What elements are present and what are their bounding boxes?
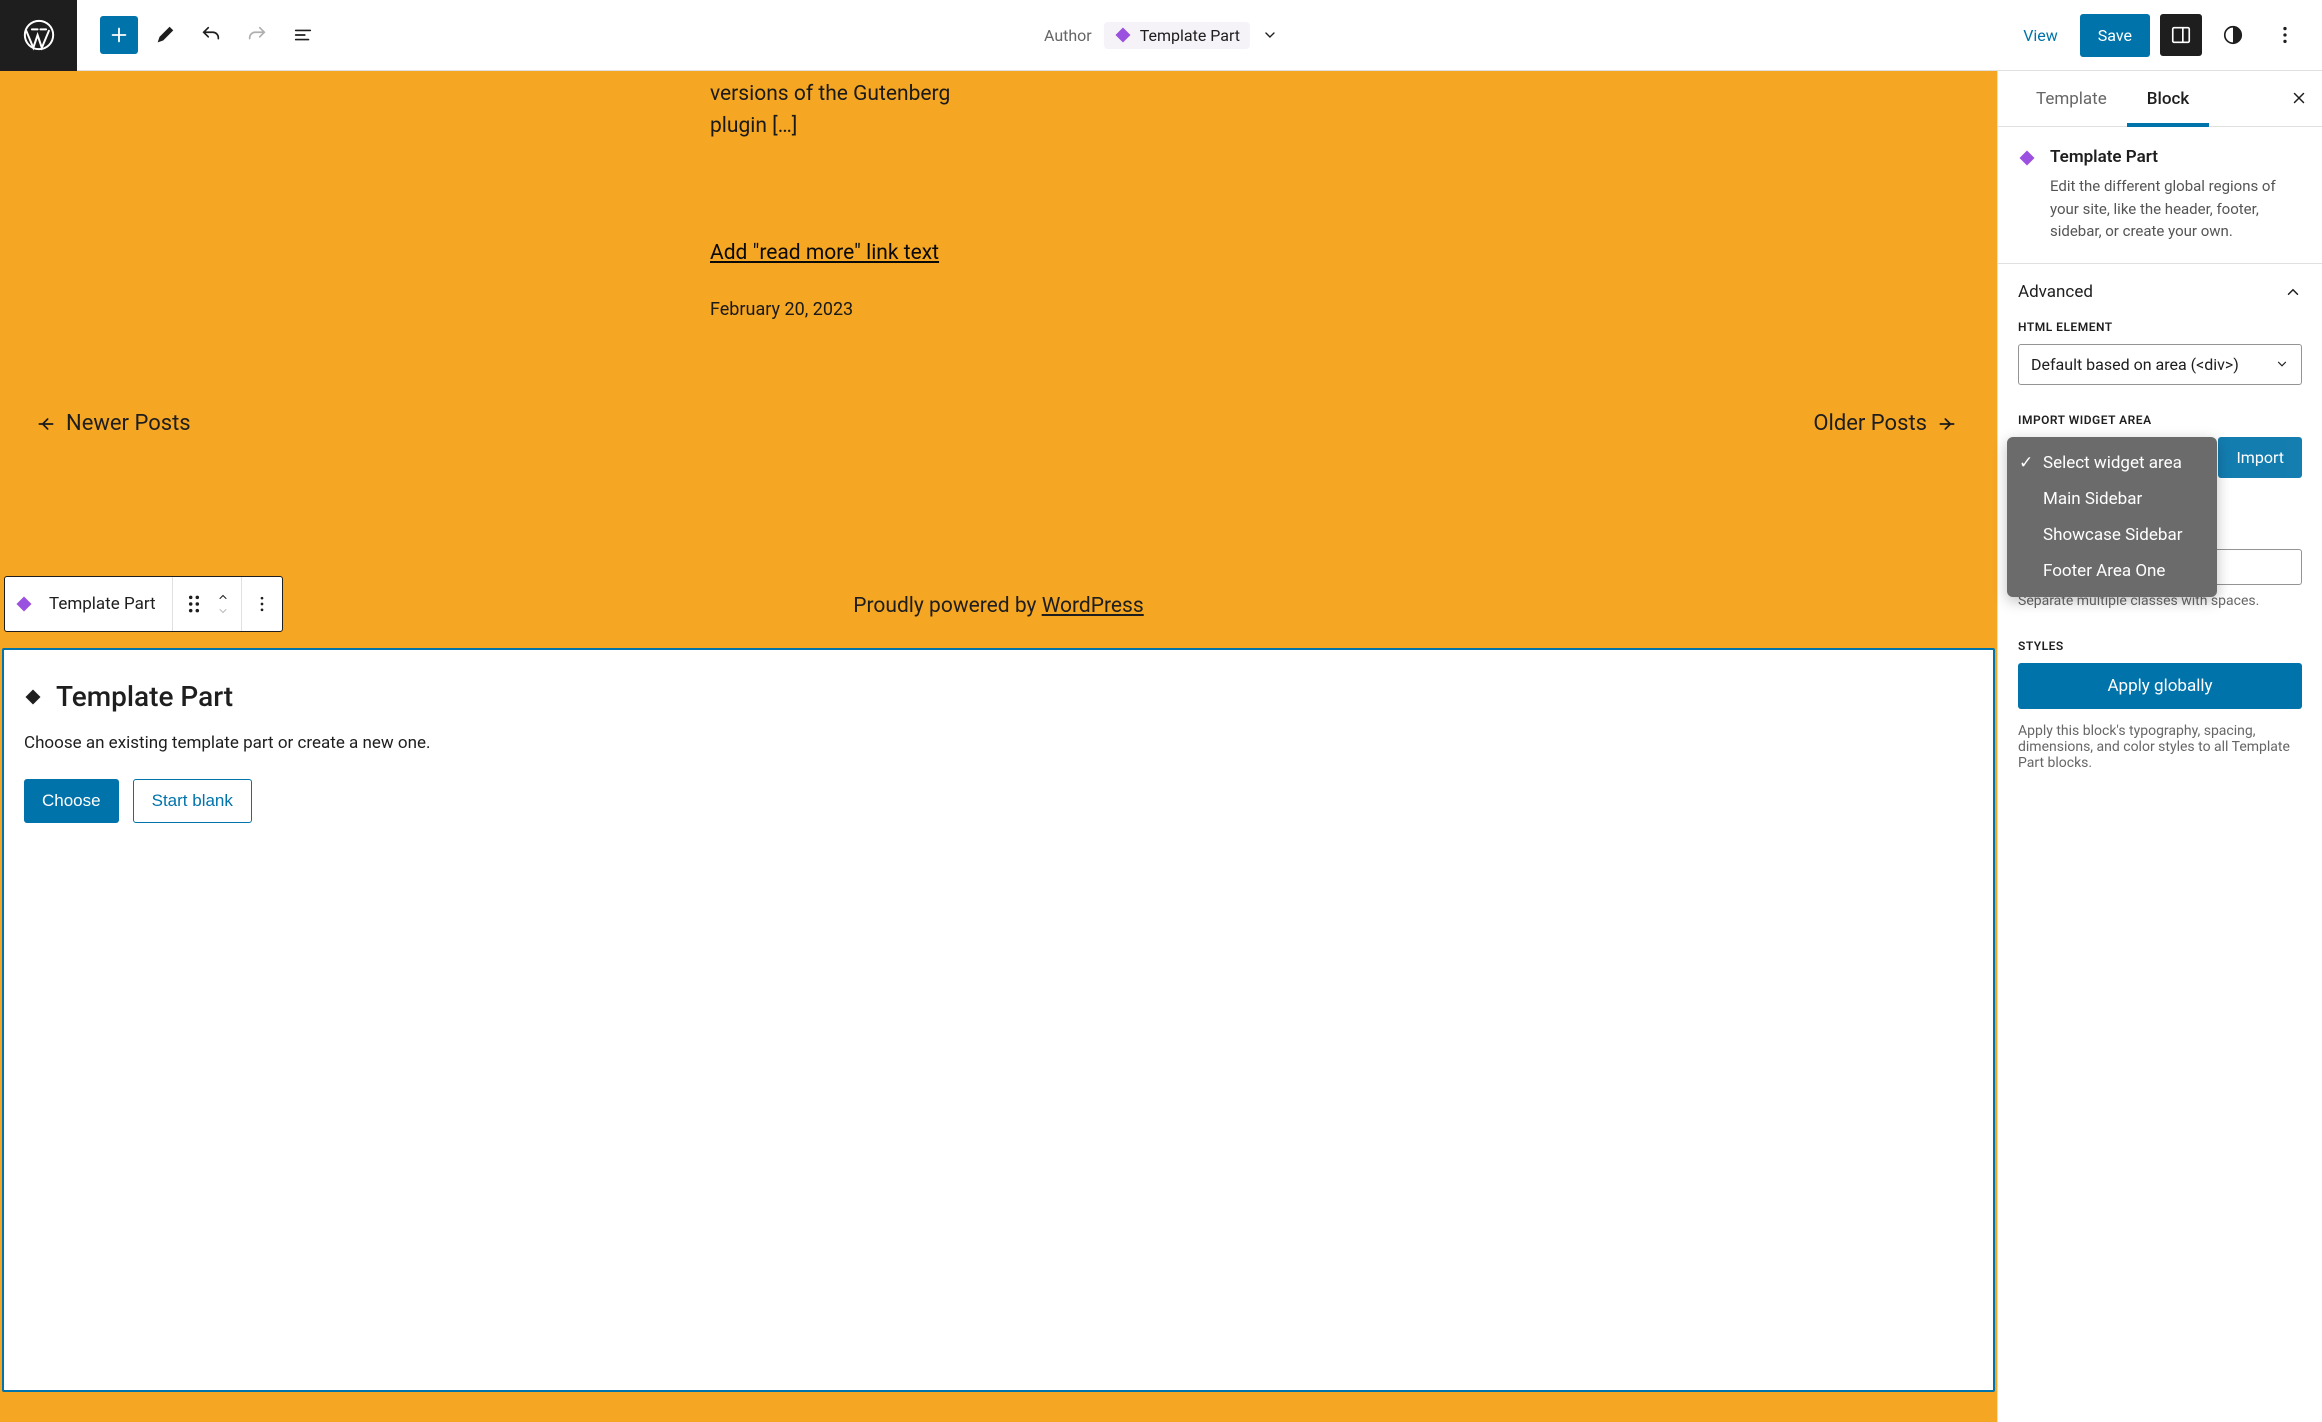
save-button[interactable]: Save — [2080, 14, 2150, 57]
apply-globally-help: Apply this block's typography, spacing, … — [2018, 723, 2302, 771]
block-toolbar: Template Part — [4, 576, 283, 632]
styles-button[interactable] — [2212, 14, 2254, 56]
template-part-pill: Template Part — [1104, 22, 1250, 49]
wordpress-link[interactable]: WordPress — [1042, 594, 1144, 618]
site-footer-text: Proudly powered by WordPress — [0, 594, 1997, 618]
view-link[interactable]: View — [2011, 18, 2070, 53]
dropdown-option[interactable]: Main Sidebar — [2007, 481, 2217, 517]
add-block-button[interactable] — [100, 16, 138, 54]
close-icon — [2290, 89, 2308, 107]
canvas-background: versions of the Gutenberg plugin […] Add… — [0, 71, 1997, 1422]
settings-sidebar: Template Block Template Part Edit the di… — [1997, 71, 2322, 1422]
pencil-icon — [154, 24, 176, 46]
template-part-icon — [1114, 26, 1132, 44]
toggle-sidebar-button[interactable] — [2160, 14, 2202, 56]
chevron-up-icon — [2284, 283, 2302, 301]
post-date: February 20, 2023 — [710, 299, 853, 320]
template-part-icon — [24, 688, 42, 706]
editor-topbar: Author Template Part View Save — [0, 0, 2322, 71]
choose-button[interactable]: Choose — [24, 779, 119, 823]
toolbar-right: View Save — [2011, 14, 2322, 57]
close-sidebar-button[interactable] — [2290, 89, 2308, 107]
document-author-label: Author — [1044, 26, 1092, 45]
arrow-right-icon — [1937, 414, 1957, 434]
more-vertical-icon — [252, 594, 272, 614]
block-type-label: Template Part — [43, 594, 162, 614]
advanced-heading: Advanced — [2018, 282, 2093, 302]
redo-icon — [246, 24, 268, 46]
post-excerpt: versions of the Gutenberg plugin […] — [710, 79, 1010, 142]
template-part-label: Template Part — [1140, 26, 1240, 45]
editor-canvas[interactable]: versions of the Gutenberg plugin […] Add… — [0, 71, 1997, 1422]
block-options-button[interactable] — [242, 577, 282, 631]
newer-posts-label: Newer Posts — [66, 411, 191, 436]
start-blank-button[interactable]: Start blank — [133, 779, 252, 823]
block-type-button[interactable]: Template Part — [5, 577, 172, 631]
placeholder-title: Template Part — [56, 680, 233, 713]
undo-icon — [200, 24, 222, 46]
toolbar-left — [77, 16, 322, 54]
drag-handle[interactable] — [183, 593, 205, 615]
chevron-down-icon — [215, 605, 231, 617]
undo-button[interactable] — [192, 16, 230, 54]
more-vertical-icon — [2274, 24, 2296, 46]
chevron-down-icon — [2275, 357, 2289, 371]
import-button[interactable]: Import — [2218, 437, 2302, 478]
block-info-description: Edit the different global regions of you… — [2050, 175, 2302, 243]
template-part-icon — [15, 595, 33, 613]
html-element-select[interactable]: Default based on area (<div>) — [2018, 344, 2302, 385]
move-up-button[interactable] — [215, 591, 231, 603]
import-widget-label: IMPORT WIDGET AREA — [2018, 413, 2302, 427]
dropdown-option[interactable]: Footer Area One — [2007, 553, 2217, 589]
newer-posts-link[interactable]: Newer Posts — [36, 411, 191, 436]
drag-icon — [187, 593, 201, 615]
styles-label: STYLES — [2018, 639, 2302, 653]
list-view-icon — [292, 24, 314, 46]
powered-prefix: Proudly powered by — [853, 594, 1041, 618]
chevron-down-icon[interactable] — [1262, 27, 1278, 43]
block-info-title: Template Part — [2050, 147, 2302, 167]
advanced-panel: Advanced HTML ELEMENT Default based on a… — [1998, 264, 2322, 789]
widget-area-dropdown: Select widget area Main Sidebar Showcase… — [2007, 437, 2217, 597]
chevron-up-icon — [215, 591, 231, 603]
redo-button[interactable] — [238, 16, 276, 54]
html-element-label: HTML ELEMENT — [2018, 320, 2302, 334]
dropdown-option[interactable]: Showcase Sidebar — [2007, 517, 2217, 553]
tab-template[interactable]: Template — [2016, 71, 2127, 127]
move-down-button[interactable] — [215, 605, 231, 617]
tab-block[interactable]: Block — [2127, 71, 2209, 127]
template-part-placeholder: Template Part Choose an existing templat… — [2, 648, 1995, 1392]
dropdown-option[interactable]: Select widget area — [2007, 445, 2217, 481]
block-info-panel: Template Part Edit the different global … — [1998, 127, 2322, 264]
placeholder-description: Choose an existing template part or crea… — [24, 733, 1973, 753]
sidebar-icon — [2170, 24, 2192, 46]
older-posts-label: Older Posts — [1813, 411, 1927, 436]
document-title[interactable]: Author Template Part — [1044, 22, 1278, 49]
arrow-left-icon — [36, 414, 56, 434]
workspace: versions of the Gutenberg plugin […] Add… — [0, 71, 2322, 1422]
wp-logo-button[interactable] — [0, 0, 77, 71]
list-view-button[interactable] — [284, 16, 322, 54]
apply-globally-button[interactable]: Apply globally — [2018, 663, 2302, 709]
options-button[interactable] — [2264, 14, 2306, 56]
sidebar-tabs: Template Block — [1998, 71, 2322, 127]
older-posts-link[interactable]: Older Posts — [1813, 411, 1957, 436]
wordpress-icon — [22, 18, 56, 52]
read-more-link[interactable]: Add "read more" link text — [710, 241, 939, 265]
html-element-value: Default based on area (<div>) — [2031, 355, 2239, 374]
tools-button[interactable] — [146, 16, 184, 54]
contrast-icon — [2222, 24, 2244, 46]
plus-icon — [108, 24, 130, 46]
template-part-icon — [2018, 149, 2036, 167]
advanced-panel-toggle[interactable]: Advanced — [2018, 282, 2302, 302]
